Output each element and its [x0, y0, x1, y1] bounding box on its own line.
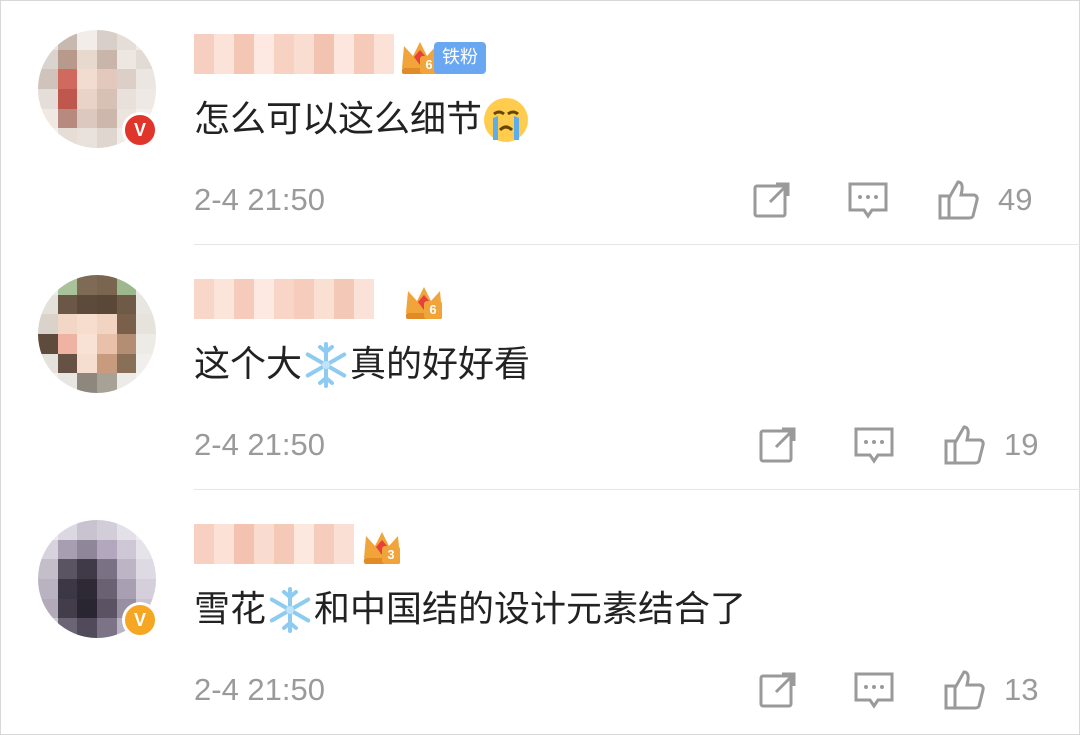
comment-text-part: 雪花 [194, 589, 267, 630]
like-icon[interactable] [942, 423, 986, 467]
comment-icon[interactable] [852, 423, 896, 467]
crown-level-icon: 3 [360, 528, 404, 568]
comment-text: 雪花 和中国结的设计元素结合了 [194, 586, 746, 634]
share-icon[interactable] [756, 423, 800, 467]
crying-face-icon [482, 96, 530, 144]
snowflake-icon [266, 586, 314, 634]
like-count: 13 [1004, 672, 1039, 707]
verified-badge: V [122, 112, 158, 148]
like-count: 49 [998, 182, 1033, 217]
level-number: 6 [424, 301, 442, 319]
level-number: 3 [382, 546, 400, 564]
comment-item: V 3 雪花 和中国结的设计元素结合了 2-4 21:50 13 [0, 490, 1080, 735]
comment-item: V 6 铁粉 怎么可以这么细节 2-4 21:50 49 [0, 0, 1080, 245]
like-icon[interactable] [942, 668, 986, 712]
comment-item: 6 这个大 真的好好看 2-4 21:50 19 [0, 245, 1080, 490]
comment-text: 这个大 真的好好看 [194, 341, 530, 389]
share-icon[interactable] [756, 668, 800, 712]
username-blurred[interactable] [194, 34, 394, 74]
comment-time: 2-4 21:50 [194, 182, 325, 217]
crown-level-icon: 6 [402, 283, 446, 323]
like-icon[interactable] [936, 178, 980, 222]
share-icon[interactable] [750, 178, 794, 222]
fan-tag: 铁粉 [434, 42, 486, 74]
username-blurred[interactable] [194, 524, 354, 564]
comment-time: 2-4 21:50 [194, 427, 325, 462]
like-count: 19 [1004, 427, 1039, 462]
username-blurred[interactable] [194, 279, 374, 319]
avatar[interactable] [38, 275, 156, 393]
comment-text-part: 怎么可以这么细节 [194, 99, 483, 140]
verified-badge: V [122, 602, 158, 638]
comment-text-part: 和中国结的设计元素结合了 [314, 589, 747, 630]
comment-icon[interactable] [852, 668, 896, 712]
snowflake-icon [302, 341, 350, 389]
comment-time: 2-4 21:50 [194, 672, 325, 707]
comment-text-part: 这个大 [194, 344, 303, 385]
comment-text: 怎么可以这么细节 [194, 96, 530, 144]
comment-icon[interactable] [846, 178, 890, 222]
comment-text-part: 真的好好看 [350, 344, 531, 385]
